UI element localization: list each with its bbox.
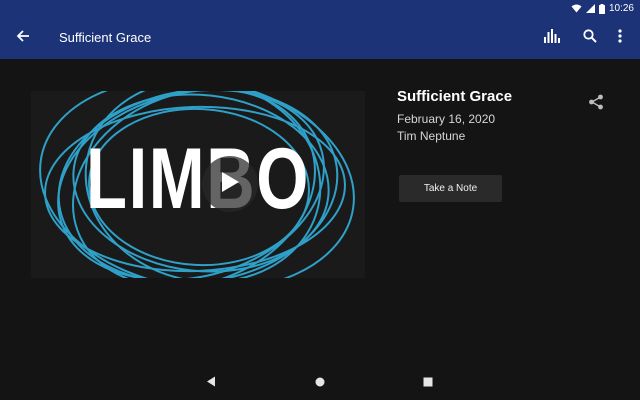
nav-back-icon	[206, 374, 216, 392]
video-player[interactable]: LIMBO	[31, 91, 365, 278]
battery-icon	[598, 3, 605, 14]
status-icons: 10:26	[571, 0, 634, 17]
signal-icon	[585, 4, 595, 13]
more-options-button[interactable]	[609, 27, 631, 49]
status-time: 10:26	[608, 3, 634, 14]
search-button[interactable]	[579, 27, 601, 49]
system-nav-bar	[0, 366, 640, 400]
status-bar: 10:26	[0, 0, 640, 17]
nav-home-button[interactable]	[311, 374, 329, 392]
sermon-speaker: Tim Neptune	[397, 129, 466, 143]
levels-icon	[544, 28, 560, 48]
audio-levels-button[interactable]	[541, 27, 563, 49]
more-vert-icon	[618, 28, 622, 48]
search-icon	[583, 28, 597, 48]
nav-recent-button[interactable]	[419, 374, 437, 392]
nav-back-button[interactable]	[202, 374, 220, 392]
take-note-button[interactable]: Take a Note	[399, 175, 502, 202]
play-icon	[220, 171, 240, 198]
app-bar: Sufficient Grace	[0, 17, 640, 59]
nav-home-icon	[315, 374, 325, 392]
back-button[interactable]	[12, 27, 34, 49]
play-button[interactable]	[202, 156, 258, 212]
artwork-title: LIMBO	[86, 131, 310, 227]
sermon-detail: LIMBO Sufficient Grace February 16, 2020…	[0, 59, 640, 366]
share-icon	[588, 94, 604, 115]
share-button[interactable]	[585, 93, 607, 115]
back-arrow-icon	[16, 29, 30, 48]
nav-recent-icon	[423, 374, 433, 392]
wifi-icon	[571, 4, 582, 13]
app-bar-title: Sufficient Grace	[59, 30, 152, 45]
